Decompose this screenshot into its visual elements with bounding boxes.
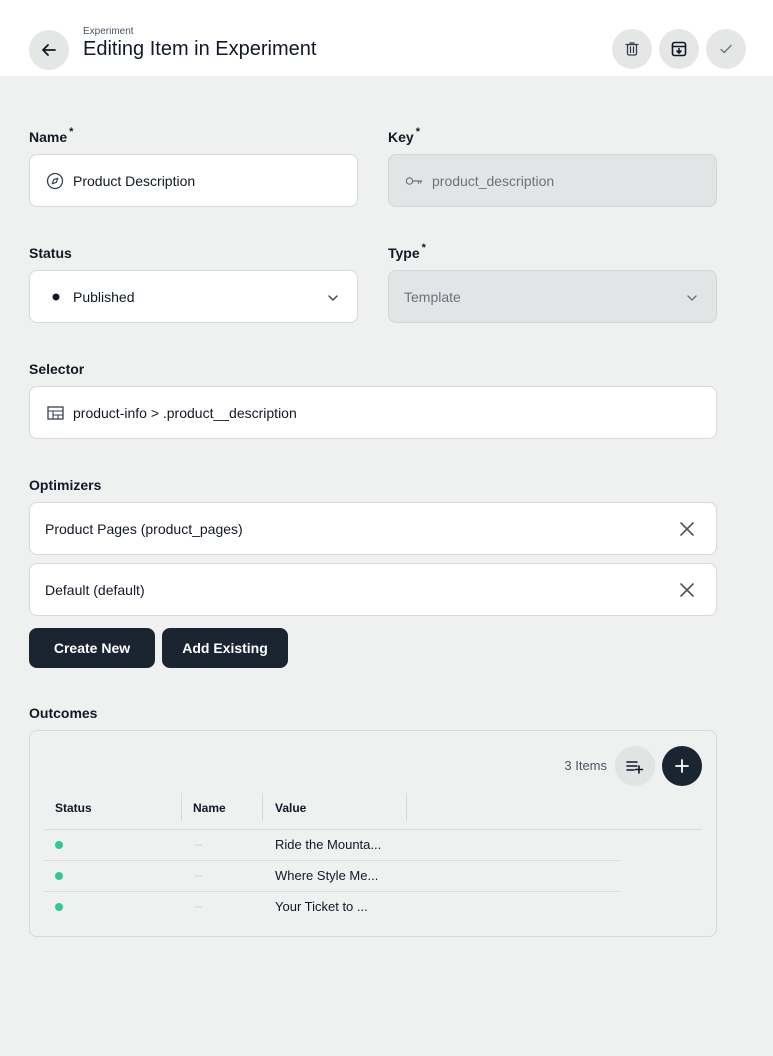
outcome-value: Ride the Mounta... — [275, 837, 382, 852]
optimizer-name: Product Pages (product_pages) — [45, 521, 243, 537]
required-mark: * — [415, 126, 420, 138]
outcome-name: -- — [195, 870, 203, 882]
outcomes-label: Outcomes — [29, 705, 98, 721]
column-divider — [181, 793, 182, 821]
selector-field[interactable]: product-info > .product__description — [29, 386, 717, 439]
outcome-value: Your Ticket to ... — [275, 899, 368, 914]
list-add-icon — [626, 761, 644, 774]
status-dot — [55, 872, 63, 880]
key-label: Key * — [388, 126, 420, 145]
check-icon — [720, 44, 732, 54]
type-select: Template — [388, 270, 717, 323]
selector-value: product-info > .product__description — [73, 405, 297, 421]
column-options-button[interactable] — [615, 746, 655, 786]
status-label: Status — [29, 245, 72, 261]
name-label-text: Name — [29, 129, 68, 145]
chevron-down-icon — [687, 295, 697, 301]
items-count: 3 Items — [564, 758, 607, 773]
page-header: Experiment Editing Item in Experiment — [0, 0, 773, 76]
optimizer-name: Default (default) — [45, 582, 145, 598]
key-icon — [405, 172, 423, 190]
breadcrumb[interactable]: Experiment — [83, 26, 134, 37]
add-outcome-button[interactable] — [662, 746, 702, 786]
column-header-value[interactable]: Value — [275, 801, 306, 815]
outcomes-panel: 3 Items Status Name Value -- Ride the Mo… — [29, 730, 717, 937]
status-select[interactable]: Published — [29, 270, 358, 323]
plus-icon — [675, 759, 689, 773]
column-divider — [262, 793, 263, 821]
selector-label: Selector — [29, 361, 85, 377]
status-dot — [55, 903, 63, 911]
remove-icon[interactable] — [678, 581, 696, 599]
column-header-status[interactable]: Status — [55, 801, 92, 815]
key-label-text: Key — [388, 129, 414, 145]
add-existing-button[interactable]: Add Existing — [162, 628, 288, 668]
page-title: Editing Item in Experiment — [83, 38, 317, 60]
row-divider — [44, 829, 702, 830]
layout-icon — [46, 404, 64, 422]
outcome-name: -- — [195, 839, 203, 851]
outcome-name: -- — [195, 901, 203, 913]
trash-icon — [625, 42, 639, 56]
archive-button[interactable] — [659, 29, 699, 69]
compass-icon — [46, 172, 64, 190]
remove-icon[interactable] — [678, 520, 696, 538]
chevron-down-icon — [328, 295, 338, 301]
key-value: product_description — [432, 173, 555, 189]
row-divider — [44, 891, 621, 892]
column-divider — [406, 793, 407, 821]
column-header-name[interactable]: Name — [193, 801, 226, 815]
name-label: Name * — [29, 126, 74, 145]
status-value: Published — [73, 289, 135, 305]
back-button[interactable] — [29, 30, 69, 70]
required-mark: * — [421, 242, 426, 254]
create-new-button[interactable]: Create New — [29, 628, 155, 668]
save-button[interactable] — [706, 29, 746, 69]
delete-button[interactable] — [612, 29, 652, 69]
row-divider — [44, 860, 621, 861]
optimizer-item: Product Pages (product_pages) — [29, 502, 717, 555]
required-mark: * — [69, 126, 74, 138]
status-dot — [55, 841, 63, 849]
type-label-text: Type — [388, 245, 420, 261]
status-dot-icon — [46, 288, 64, 306]
type-label: Type * — [388, 242, 426, 261]
key-field: product_description — [388, 154, 717, 207]
name-value: Product Description — [73, 173, 196, 189]
name-field[interactable]: Product Description — [29, 154, 358, 207]
optimizer-item: Default (default) — [29, 563, 717, 616]
type-value: Template — [404, 289, 461, 305]
arrow-left-icon — [42, 44, 56, 56]
outcome-value: Where Style Me... — [275, 868, 379, 883]
archive-icon — [671, 41, 687, 57]
optimizers-label: Optimizers — [29, 477, 102, 493]
